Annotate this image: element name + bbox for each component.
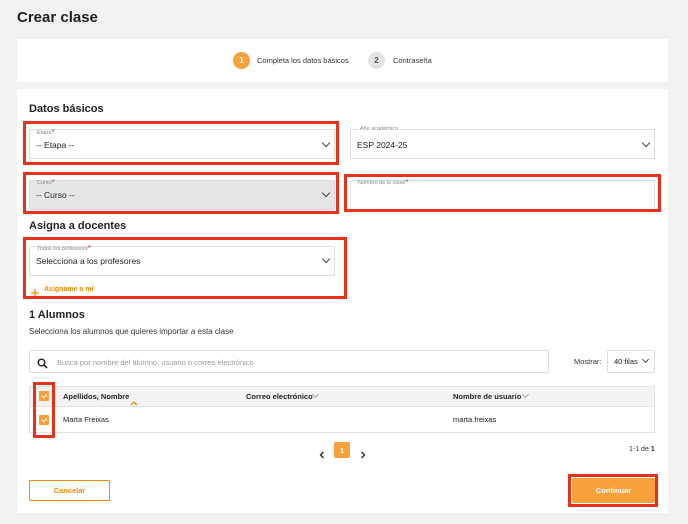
cancel-button[interactable]: Cancelar (29, 480, 110, 501)
sort-asc-icon[interactable] (130, 393, 138, 406)
highlight-box (344, 174, 661, 212)
column-header-email[interactable]: Correo electrónico (246, 392, 313, 401)
students-heading: 1 Alumnos (29, 309, 85, 321)
search-icon (37, 356, 48, 369)
highlight-box (568, 474, 658, 507)
highlight-box (23, 237, 347, 299)
highlight-box (33, 382, 55, 438)
prev-page-icon[interactable] (318, 446, 326, 459)
highlight-box (23, 121, 339, 165)
students-subtitle: Selecciona los alumnos que quieres impor… (29, 327, 234, 336)
cell-name: Marta Freixas (63, 415, 109, 424)
rows-per-page-value: 40 filas (614, 357, 638, 366)
page-title: Crear clase (17, 9, 98, 26)
teachers-heading: Asigna a docentes (29, 220, 127, 232)
step-2-label: Contraseña (393, 56, 432, 65)
pagination-total: 1 (650, 446, 655, 453)
academic-year-value: ESP 2024-25 (357, 140, 408, 150)
step-1-label: Completa los datos básicos (257, 56, 349, 65)
pagination-range: 1-1 de (629, 446, 649, 453)
page-1-button[interactable]: 1 (334, 442, 350, 458)
highlight-box (23, 172, 339, 214)
search-placeholder: Busca por nombre del alumno, usuario o c… (57, 358, 254, 367)
table-row (29, 407, 655, 433)
academic-year-label: Año académico (358, 126, 400, 132)
step-1-indicator: 1 (233, 52, 250, 69)
cell-username: marta.freixas (453, 415, 497, 424)
step-2-indicator: 2 (368, 52, 385, 69)
next-page-icon[interactable] (359, 446, 367, 459)
rows-per-page-label: Mostrar: (574, 357, 602, 366)
column-header-username[interactable]: Nombre de usuario (453, 392, 521, 401)
basic-data-heading: Datos básicos (29, 103, 104, 115)
column-header-name[interactable]: Apellidos, Nombre (63, 392, 129, 401)
